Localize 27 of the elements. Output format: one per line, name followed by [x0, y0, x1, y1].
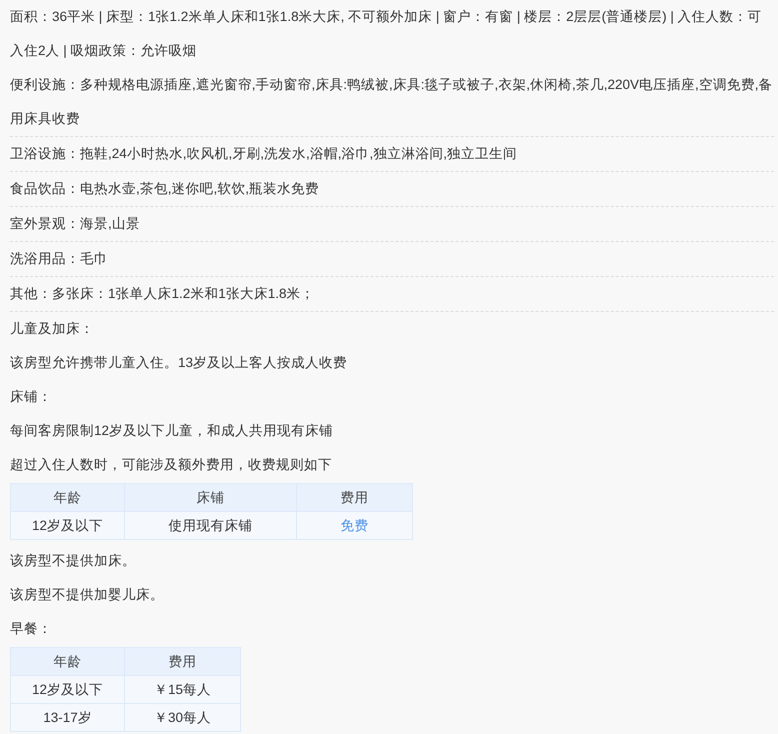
info-text: 室外景观：海景,山景: [10, 216, 140, 231]
column-header: 床铺: [124, 484, 296, 512]
info-text: 卫浴设施：拖鞋,24小时热水,吹风机,牙刷,洗发水,浴帽,浴巾,独立淋浴间,独立卫生间: [10, 146, 518, 161]
info-text: 便利设施：多种规格电源插座,遮光窗帘,手动窗帘,床具:鸭绒被,床具:毯子或被子,衣架,休闲椅,茶几,220V电压插座,空调免费,备用床具收费: [10, 77, 773, 126]
table-cell: ￥30每人: [124, 704, 240, 732]
info-text: 其他：多张床：1张单人床1.2米和1张大床1.8米；: [10, 286, 315, 301]
info-text: 床铺：: [10, 389, 52, 404]
column-header: 费用: [296, 484, 412, 512]
info-text: 食品饮品：电热水壶,茶包,迷你吧,软饮,瓶装水免费: [10, 181, 320, 196]
info-text: 该房型不提供加婴儿床。: [10, 587, 164, 602]
table-cell: 使用现有床铺: [124, 512, 296, 540]
table-cell: 免费: [296, 512, 412, 540]
table-cell: 12岁及以下: [10, 512, 124, 540]
table-cell: 12岁及以下: [10, 676, 124, 704]
info-text: 面积：36平米 | 床型：1张1.2米单人床和1张1.8米大床, 不可额外加床 | 窗户：有窗 | 楼层：2层层(普通楼层) | 入住人数：可入住2人 | 吸烟政策：允许吸烟: [10, 9, 762, 58]
column-header: 年龄: [10, 484, 124, 512]
column-header: 年龄: [10, 648, 124, 676]
column-header: 费用: [124, 648, 240, 676]
info-text: 该房型不提供加床。: [10, 553, 136, 568]
table-cell: ￥15每人: [124, 676, 240, 704]
info-text: 每间客房限制12岁及以下儿童，和成人共用现有床铺: [10, 423, 334, 438]
table-cell: 13-17岁: [10, 704, 124, 732]
info-text: 超过入住人数时，可能涉及额外费用，收费规则如下: [10, 457, 332, 472]
info-text: 儿童及加床：: [10, 321, 94, 336]
info-text: 洗浴用品：毛巾: [10, 251, 108, 266]
info-text: 该房型允许携带儿童入住。13岁及以上客人按成人收费: [10, 355, 348, 370]
info-text: 早餐：: [10, 621, 52, 636]
